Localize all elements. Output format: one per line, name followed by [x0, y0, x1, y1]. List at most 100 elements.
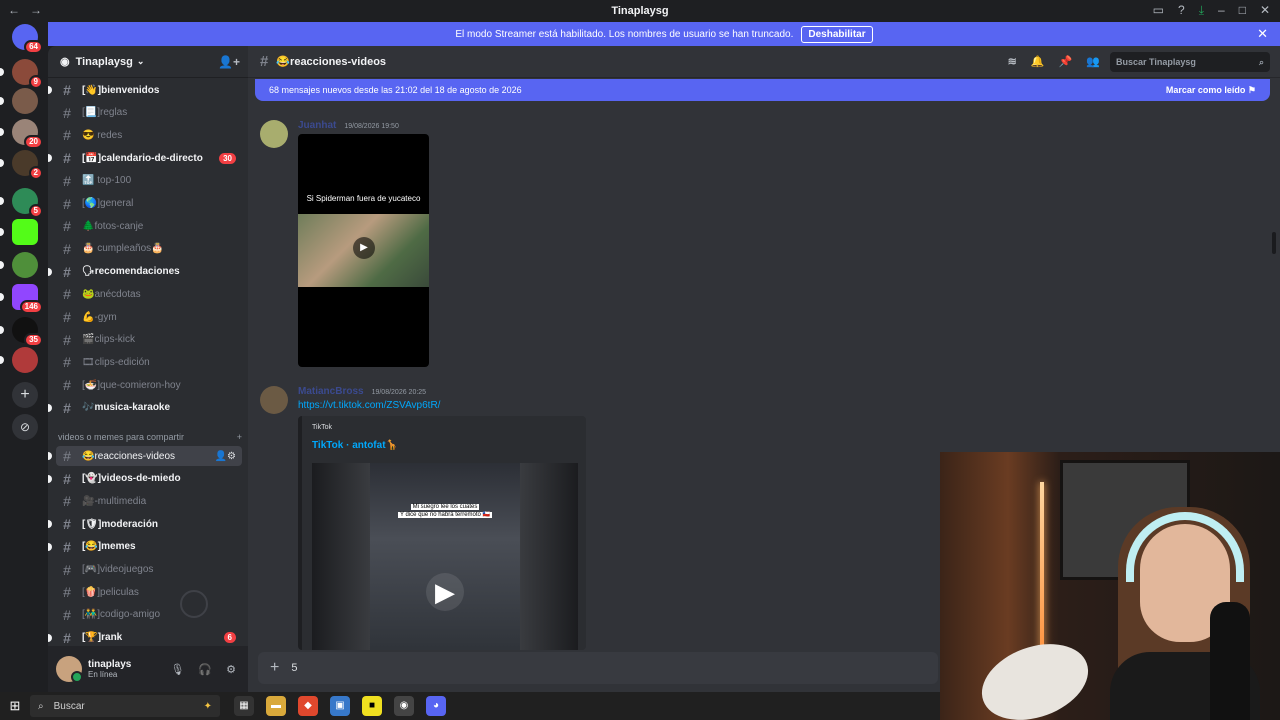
add-attachment-icon[interactable]: +: [270, 659, 279, 677]
channel-item[interactable]: # [📃]reglas: [56, 103, 242, 123]
channel-item[interactable]: # 🌲fotos-canje: [56, 216, 242, 236]
server-discord-home-icon[interactable]: 64: [12, 24, 43, 54]
minimize-icon[interactable]: –: [1218, 3, 1225, 18]
channel-item[interactable]: # [🎮]videojuegos: [56, 560, 242, 580]
channel-label: [🍿]peliculas: [82, 586, 139, 598]
disable-button[interactable]: Deshabilitar: [801, 25, 873, 43]
server-7-icon[interactable]: [12, 252, 38, 278]
close-icon[interactable]: ✕: [1260, 3, 1270, 18]
message-author[interactable]: MatiancBross: [298, 386, 364, 397]
video-caption: Si Spiderman fuera de yucateco: [306, 194, 421, 203]
pin-icon[interactable]: 📌: [1059, 55, 1073, 68]
bell-icon[interactable]: 🔔: [1031, 55, 1045, 68]
unread-indicator: [0, 261, 4, 269]
play-icon[interactable]: ▶: [426, 573, 464, 611]
mark-as-read-button[interactable]: Marcar como leído ⚑: [1166, 85, 1256, 96]
channel-item[interactable]: # 🎂 cumpleaños🎂: [56, 239, 242, 259]
channel-label: 🌲fotos-canje: [82, 220, 144, 232]
task-view-icon[interactable]: ▦: [234, 696, 254, 716]
channel-item[interactable]: # [👻]videos-de-miedo: [48, 469, 242, 489]
channel-item[interactable]: # [🍜]que-comieron-hoy: [56, 375, 242, 395]
message-avatar[interactable]: [260, 120, 288, 148]
channel-item[interactable]: # 😎 redes: [56, 125, 242, 145]
channel-label: 🎶musica-karaoke: [82, 402, 171, 414]
download-icon[interactable]: ⤓: [1199, 3, 1204, 18]
category-videos-memes[interactable]: videos o memes para compartir +: [58, 432, 242, 442]
add-server-icon[interactable]: +: [12, 382, 38, 408]
app-window-icon[interactable]: ▣: [330, 696, 350, 716]
discord-icon[interactable]: ◕: [426, 696, 446, 716]
composer-input[interactable]: 5: [291, 662, 297, 674]
server-kick-icon[interactable]: [12, 219, 38, 245]
channel-item[interactable]: # 🎞clips-edición: [56, 352, 242, 372]
brave-browser-icon[interactable]: ◆: [298, 696, 318, 716]
server-4-icon[interactable]: 2: [12, 150, 43, 180]
message-avatar[interactable]: [260, 386, 288, 414]
members-icon[interactable]: 👥: [1086, 55, 1100, 68]
embed-title[interactable]: TikTok · antofat🦒: [312, 440, 398, 451]
channel-item[interactable]: # 🗣recomendaciones: [48, 262, 242, 282]
embed-video[interactable]: Mi suegro lee los cuates Y dice que no h…: [312, 463, 578, 650]
channel-item[interactable]: # 😂reacciones-videos 👤⚙: [48, 446, 242, 466]
avatar[interactable]: [56, 656, 83, 683]
discover-icon[interactable]: ⊘: [12, 414, 38, 440]
banner-close-icon[interactable]: ✕: [1257, 26, 1268, 42]
server-9-icon[interactable]: 35: [12, 317, 43, 347]
hash-icon: #: [63, 150, 71, 167]
channel-item[interactable]: # [🛡]moderación: [48, 514, 242, 534]
hash-icon: #: [63, 629, 71, 646]
channel-item[interactable]: # [🏆]rank 6: [48, 628, 242, 646]
channel-item[interactable]: # 🎶musica-karaoke: [48, 398, 242, 418]
channel-item[interactable]: # 🎬clips-kick: [56, 330, 242, 350]
windows-start-icon[interactable]: ⊞: [0, 698, 30, 714]
channel-item[interactable]: # 🐸anécdotas: [56, 284, 242, 304]
search-input[interactable]: Buscar Tinaplaysg ⌕: [1110, 52, 1270, 72]
server-10-icon[interactable]: [12, 347, 38, 373]
banner-text: El modo Streamer está habilitado. Los no…: [455, 28, 794, 40]
channel-settings-icon[interactable]: 👤⚙: [215, 451, 236, 462]
hash-icon: #: [63, 516, 71, 533]
guild-header[interactable]: ◉ Tinaplaysg ⌄ 👤+: [48, 46, 248, 78]
obs-icon[interactable]: ◉: [394, 696, 414, 716]
play-icon[interactable]: ▶: [353, 237, 375, 259]
channel-item[interactable]: # [🌎]general: [56, 194, 242, 214]
inbox-icon[interactable]: ▭: [1153, 3, 1164, 18]
server-5-icon[interactable]: 5: [12, 188, 43, 218]
channel-title: 😂reacciones-videos: [276, 56, 387, 68]
channel-item[interactable]: # [👋]bienvenidos: [48, 80, 242, 100]
channel-item[interactable]: # 🎥-multimedia: [56, 491, 242, 511]
message-composer[interactable]: + 5: [258, 652, 938, 684]
unread-indicator: [0, 356, 4, 364]
server-3-icon[interactable]: 20: [12, 119, 43, 149]
unread-indicator: [0, 128, 4, 136]
channel-item[interactable]: # 🔝 top-100: [56, 171, 242, 191]
channel-item[interactable]: # [📅]calendario-de-directo 30: [48, 148, 242, 168]
maximize-icon[interactable]: □: [1239, 3, 1246, 18]
server-2-icon[interactable]: [12, 88, 38, 114]
video-attachment[interactable]: Si Spiderman fuera de yucateco ▶: [298, 134, 429, 367]
message-author[interactable]: Juanhat: [298, 120, 336, 131]
invite-people-icon[interactable]: 👤+: [218, 55, 240, 69]
channel-item[interactable]: # [🍿]peliculas: [56, 582, 242, 602]
server-twitch-icon[interactable]: 146: [12, 284, 43, 314]
notes-icon[interactable]: ■: [362, 696, 382, 716]
threads-icon[interactable]: ≋: [1008, 55, 1017, 68]
hash-icon: #: [63, 218, 71, 235]
settings-gear-icon[interactable]: ⚙: [226, 663, 236, 676]
channel-item[interactable]: # [👬]codigo-amigo: [56, 605, 242, 625]
taskbar-search[interactable]: ⌕ Buscar ✦: [30, 695, 220, 717]
new-messages-bar[interactable]: 68 mensajes nuevos desde las 21:02 del 1…: [255, 79, 1270, 101]
channel-label: 😎 redes: [82, 129, 123, 141]
add-channel-icon[interactable]: +: [237, 432, 242, 442]
scrollbar[interactable]: [1272, 232, 1276, 254]
help-icon[interactable]: ?: [1178, 3, 1185, 18]
server-1-icon[interactable]: 9: [12, 59, 43, 89]
channel-item[interactable]: # [😂]memes: [48, 537, 242, 557]
channel-item[interactable]: # 💪-gym: [56, 307, 242, 327]
headphones-icon[interactable]: 🎧: [198, 663, 212, 676]
unread-indicator: [0, 228, 4, 236]
message-link[interactable]: https://vt.tiktok.com/ZSVAvp6tR/: [298, 400, 440, 411]
file-explorer-icon[interactable]: ▬: [266, 696, 286, 716]
microphone-icon[interactable]: 🎙: [170, 663, 184, 676]
window-title: Tinaplaysg: [611, 5, 669, 17]
